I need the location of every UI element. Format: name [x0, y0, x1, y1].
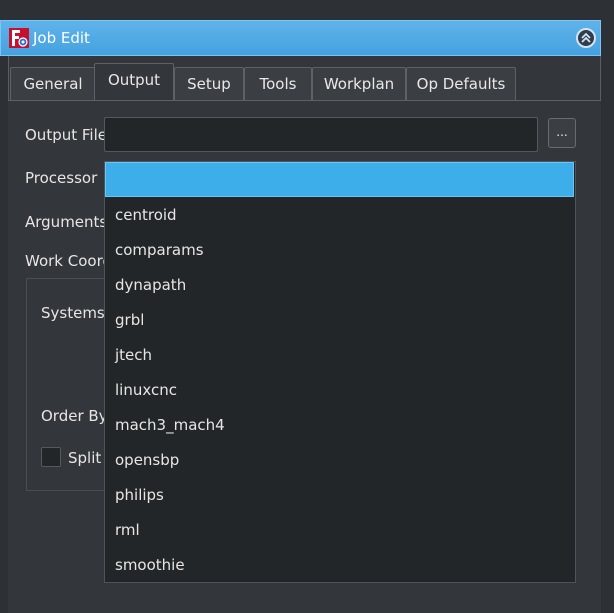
- tab-output[interactable]: Output: [94, 63, 174, 101]
- processor-option[interactable]: comparams: [115, 233, 204, 268]
- tab-general[interactable]: General: [10, 67, 96, 101]
- tab-label: Tools: [259, 75, 297, 93]
- processor-option[interactable]: jtech: [115, 338, 152, 373]
- tab-label: Workplan: [323, 75, 395, 93]
- processor-selected-empty-option[interactable]: [105, 162, 574, 197]
- arguments-label: Arguments: [25, 213, 108, 231]
- tab-label: Output: [107, 71, 161, 89]
- processor-option[interactable]: dynapath: [115, 268, 186, 303]
- processor-option[interactable]: philips: [115, 478, 164, 513]
- systems-label: Systems: [41, 304, 105, 322]
- processor-option[interactable]: grbl: [115, 303, 144, 338]
- tab-label: Op Defaults: [416, 75, 506, 93]
- split-output-checkbox[interactable]: [41, 447, 61, 467]
- tab-setup[interactable]: Setup: [174, 67, 244, 101]
- dialog-title: Job Edit: [33, 29, 90, 47]
- dialog-titlebar: Job Edit: [0, 20, 601, 56]
- processor-option[interactable]: mach3_mach4: [115, 408, 225, 443]
- processor-option[interactable]: linuxcnc: [115, 373, 177, 408]
- work-coordinates-label: Work Coordi: [25, 252, 117, 270]
- tab-tools[interactable]: Tools: [244, 67, 312, 101]
- processor-option[interactable]: centroid: [115, 198, 177, 233]
- tab-workplan[interactable]: Workplan: [312, 67, 406, 101]
- output-file-label: Output File: [25, 126, 107, 144]
- freecad-icon: [9, 28, 29, 48]
- output-file-input[interactable]: [104, 117, 538, 152]
- tab-op-defaults[interactable]: Op Defaults: [406, 67, 516, 101]
- browse-button[interactable]: ...: [548, 118, 576, 148]
- processor-option[interactable]: opensbp: [115, 443, 179, 478]
- collapse-up-icon[interactable]: [576, 28, 596, 48]
- tab-label: Setup: [187, 75, 231, 93]
- tab-label: General: [23, 75, 83, 93]
- processor-label: Processor: [25, 169, 98, 187]
- order-by-label: Order By: [41, 407, 108, 425]
- processor-option[interactable]: rml: [115, 513, 140, 548]
- processor-option[interactable]: smoothie: [115, 548, 185, 583]
